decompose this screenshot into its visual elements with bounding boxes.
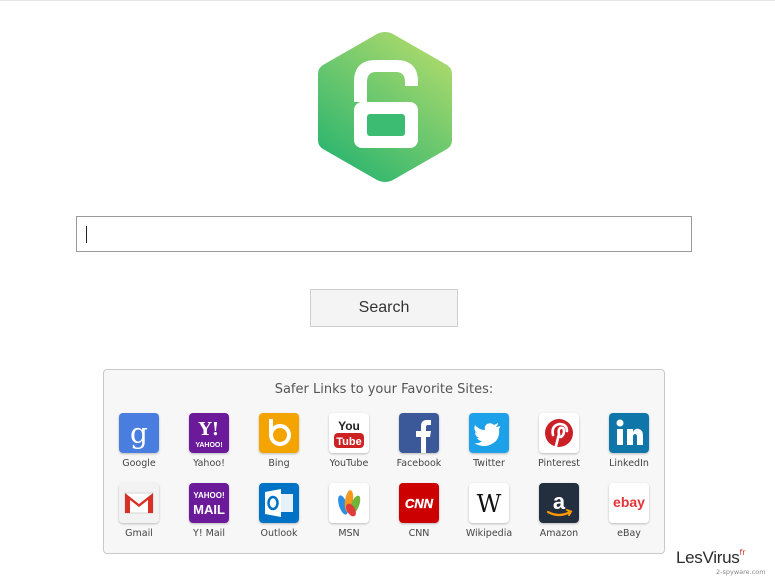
youtube-icon-text-bottom: Tube <box>336 436 361 448</box>
site-link-twitter[interactable]: Twitter <box>454 413 524 469</box>
site-label: Wikipedia <box>465 528 513 539</box>
wikipedia-icon: W <box>469 483 509 523</box>
search-button[interactable]: Search <box>310 289 458 327</box>
yahoo-icon-text: YAHOO! <box>195 442 222 449</box>
gmail-icon <box>119 483 159 523</box>
site-link-outlook[interactable]: Outlook <box>244 483 314 539</box>
svg-text:W: W <box>477 490 502 518</box>
site-label: Google <box>122 458 156 469</box>
twitter-icon <box>469 413 509 453</box>
cnn-icon-text: CNN <box>405 496 434 511</box>
youtube-icon-text-top: You <box>338 419 360 433</box>
site-link-ebay[interactable]: ebay eBay <box>594 483 664 539</box>
outlook-icon <box>259 483 299 523</box>
site-link-gmail[interactable]: Gmail <box>104 483 174 539</box>
ebay-icon-text: ebay <box>613 494 645 510</box>
site-label: eBay <box>617 528 641 539</box>
cnn-icon: CNN <box>399 483 439 523</box>
yahoo-icon: Y! YAHOO! <box>189 413 229 453</box>
facebook-icon <box>399 413 439 453</box>
svg-text:g: g <box>130 417 148 450</box>
text-caret <box>86 226 87 243</box>
youtube-icon: You Tube <box>329 413 369 453</box>
svg-text:Y!: Y! <box>198 419 220 440</box>
amazon-icon: a <box>539 483 579 523</box>
site-link-cnn[interactable]: CNN CNN <box>384 483 454 539</box>
ymail-icon: YAHOO! MAIL <box>189 483 229 523</box>
pinterest-icon <box>539 413 579 453</box>
ymail-icon-text-top: YAHOO! <box>193 491 224 500</box>
lesvirus-watermark: LesVirusfr 2-spyware.com <box>676 548 772 584</box>
site-link-msn[interactable]: MSN <box>314 483 384 539</box>
site-label: CNN <box>408 528 430 539</box>
search-input[interactable] <box>76 216 692 252</box>
site-label: Y! Mail <box>193 528 225 539</box>
site-label: LinkedIn <box>609 458 649 469</box>
site-label: Bing <box>268 458 290 469</box>
site-label: MSN <box>338 528 360 539</box>
msn-icon <box>329 483 369 523</box>
site-link-linkedin[interactable]: LinkedIn <box>594 413 664 469</box>
site-link-ymail[interactable]: YAHOO! MAIL Y! Mail <box>174 483 244 539</box>
google-icon: g <box>119 413 159 453</box>
watermark-sup: fr <box>739 548 746 557</box>
site-link-bing[interactable]: Bing <box>244 413 314 469</box>
bing-icon <box>259 413 299 453</box>
site-label: YouTube <box>329 458 369 469</box>
favorite-sites-panel: Safer Links to your Favorite Sites: g Go… <box>103 369 665 554</box>
ebay-icon: ebay <box>609 483 649 523</box>
site-link-pinterest[interactable]: Pinterest <box>524 413 594 469</box>
watermark-sub: 2-spyware.com <box>716 568 766 576</box>
ymail-icon-text-bottom: MAIL <box>193 502 225 517</box>
watermark-main: LesVirus <box>676 548 740 567</box>
app-logo-icon <box>316 30 454 184</box>
svg-text:a: a <box>553 489 566 514</box>
site-link-amazon[interactable]: a Amazon <box>524 483 594 539</box>
panel-title: Safer Links to your Favorite Sites: <box>274 382 494 397</box>
site-link-wikipedia[interactable]: W Wikipedia <box>454 483 524 539</box>
site-link-facebook[interactable]: Facebook <box>384 413 454 469</box>
site-label: Amazon <box>539 528 579 539</box>
site-label: Outlook <box>260 528 298 539</box>
site-link-youtube[interactable]: You Tube YouTube <box>314 413 384 469</box>
site-label: Twitter <box>473 458 505 469</box>
top-divider <box>0 0 775 1</box>
site-label: Pinterest <box>538 458 580 469</box>
site-label: Gmail <box>125 528 153 539</box>
site-link-yahoo[interactable]: Y! YAHOO! Yahoo! <box>174 413 244 469</box>
site-link-google[interactable]: g Google <box>104 413 174 469</box>
site-label: Yahoo! <box>193 458 225 469</box>
linkedin-icon <box>609 413 649 453</box>
site-label: Facebook <box>396 458 442 469</box>
